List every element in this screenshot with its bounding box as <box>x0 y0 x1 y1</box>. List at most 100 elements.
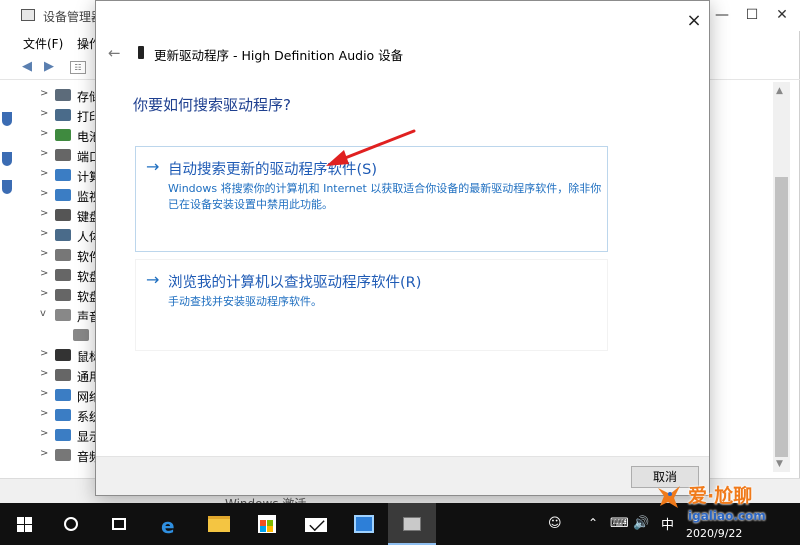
browse-computer-description: 手动查找并安装驱动程序软件。 <box>168 295 322 308</box>
start-button[interactable] <box>0 503 48 545</box>
chevron-right-icon[interactable]: > <box>40 148 48 159</box>
scroll-thumb[interactable] <box>775 177 788 457</box>
tree-item[interactable]: > 计算 <box>13 165 103 185</box>
chevron-right-icon[interactable]: > <box>40 88 48 99</box>
tree-item[interactable]: v 声音 <box>13 305 103 325</box>
maximize-button[interactable]: ☐ <box>737 4 767 26</box>
store-icon <box>258 515 276 533</box>
close-window-button[interactable]: ✕ <box>767 4 797 26</box>
task-view-button[interactable] <box>96 503 144 545</box>
device-category-icon <box>55 209 71 221</box>
browse-computer-option[interactable]: → 浏览我的计算机以查找驱动程序软件(R) 手动查找并安装驱动程序软件。 <box>135 259 608 351</box>
vertical-scrollbar[interactable]: ▲ ▼ <box>773 82 790 472</box>
device-category-icon <box>55 189 71 201</box>
dialog-title: 更新驱动程序 - High Definition Audio 设备 <box>154 48 404 63</box>
back-arrow-icon[interactable]: ◀ <box>18 59 36 75</box>
chevron-right-icon[interactable]: > <box>40 188 48 199</box>
back-arrow-icon[interactable]: ← <box>108 44 121 62</box>
right-arrow-icon: → <box>146 270 160 289</box>
device-manager-icon <box>403 517 421 531</box>
chevron-right-icon[interactable]: > <box>40 228 48 239</box>
device-category-icon <box>55 129 71 141</box>
task-view-icon <box>112 518 126 530</box>
edge-button[interactable]: e <box>148 503 196 545</box>
file-explorer-button[interactable] <box>196 503 244 545</box>
chevron-right-icon[interactable]: > <box>40 428 48 439</box>
mail-button[interactable] <box>292 503 340 545</box>
volume-icon[interactable]: 🔊 <box>633 516 649 531</box>
chevron-right-icon[interactable]: > <box>40 268 48 279</box>
pinned-app-button[interactable] <box>340 503 388 545</box>
shield-icon <box>2 180 12 194</box>
tree-item[interactable]: > 音频 <box>13 445 103 465</box>
right-arrow-icon: → <box>146 157 160 176</box>
tree-item[interactable]: > 人体 <box>13 225 103 245</box>
chevron-right-icon[interactable]: > <box>40 448 48 459</box>
forward-arrow-icon[interactable]: ▶ <box>40 59 58 75</box>
chevron-right-icon[interactable]: > <box>40 408 48 419</box>
tree-item[interactable]: > 键盘 <box>13 205 103 225</box>
device-manager-taskbar-button[interactable] <box>388 503 436 545</box>
scroll-down-icon[interactable]: ▼ <box>776 459 783 469</box>
device-category-icon <box>55 269 71 281</box>
tree-item[interactable]: > 软盘 <box>13 285 103 305</box>
tree-item[interactable]: > 鼠标 <box>13 345 103 365</box>
tree-item[interactable]: > 端口 <box>13 145 103 165</box>
browse-computer-title: 浏览我的计算机以查找驱动程序软件(R) <box>168 275 422 291</box>
chevron-up-icon[interactable]: ⌃ <box>588 516 598 530</box>
people-icon[interactable]: ☺ <box>548 516 562 531</box>
auto-search-title: 自动搜索更新的驱动程序软件(S) <box>168 162 378 178</box>
tree-item[interactable]: > 软盘 <box>13 265 103 285</box>
device-category-icon <box>55 409 71 421</box>
properties-icon[interactable]: ☷ <box>70 61 86 74</box>
chevron-right-icon[interactable]: > <box>40 108 48 119</box>
clock-date[interactable]: 2020/9/22 <box>686 527 742 540</box>
tree-item[interactable]: > 通用 <box>13 365 103 385</box>
tree-item[interactable]: > 电池 <box>13 125 103 145</box>
chevron-right-icon[interactable]: > <box>40 208 48 219</box>
cortana-search-button[interactable] <box>48 503 96 545</box>
tree-item[interactable]: > 软件 <box>13 245 103 265</box>
device-category-icon <box>55 109 71 121</box>
device-category-icon <box>55 229 71 241</box>
scroll-up-icon[interactable]: ▲ <box>776 86 783 96</box>
tree-item[interactable]: > 打印 <box>13 105 103 125</box>
file-explorer-icon <box>208 516 230 532</box>
chevron-right-icon[interactable]: > <box>40 168 48 179</box>
minimize-button[interactable]: — <box>707 4 737 26</box>
chevron-right-icon[interactable]: > <box>40 388 48 399</box>
tree-item[interactable]: > 监视 <box>13 185 103 205</box>
chevron-right-icon[interactable]: > <box>40 128 48 139</box>
site-watermark: 爱·尬聊 igaliao.com <box>652 478 800 528</box>
ime-mode-icon[interactable]: ⌨ <box>610 516 629 531</box>
device-category-icon <box>55 449 71 461</box>
tree-item[interactable]: > 网络 <box>13 385 103 405</box>
chevron-right-icon[interactable]: > <box>40 288 48 299</box>
bird-logo-icon <box>658 486 680 508</box>
device-category-icon <box>55 169 71 181</box>
menu-file[interactable]: 文件(F) <box>23 35 63 52</box>
device-manager-icon <box>21 9 35 21</box>
dialog-close-button[interactable]: × <box>684 11 704 31</box>
store-button[interactable] <box>244 503 292 545</box>
speaker-device-icon <box>138 46 144 59</box>
tree-item[interactable]: > 显示 <box>13 425 103 445</box>
device-category-icon <box>55 309 71 321</box>
shield-icon <box>2 112 12 126</box>
device-category-icon <box>55 349 71 361</box>
app-icon <box>354 515 374 533</box>
chevron-right-icon[interactable]: > <box>40 248 48 259</box>
dialog-heading: 你要如何搜索驱动程序? <box>133 96 291 114</box>
tree-item[interactable]: > 存储 <box>13 85 103 105</box>
device-category-icon <box>73 329 89 341</box>
tree-item[interactable]: > 系统 <box>13 405 103 425</box>
chevron-right-icon[interactable]: > <box>40 348 48 359</box>
update-driver-dialog: × ← 更新驱动程序 - High Definition Audio 设备 你要… <box>95 0 710 496</box>
device-category-icon <box>55 249 71 261</box>
chevron-down-icon[interactable]: v <box>40 308 46 319</box>
device-category-icon <box>55 289 71 301</box>
mail-icon <box>305 518 327 532</box>
shield-icon <box>2 152 12 166</box>
chevron-right-icon[interactable]: > <box>40 368 48 379</box>
auto-search-option[interactable]: → 自动搜索更新的驱动程序软件(S) Windows 将搜索你的计算机和 Int… <box>135 146 608 252</box>
